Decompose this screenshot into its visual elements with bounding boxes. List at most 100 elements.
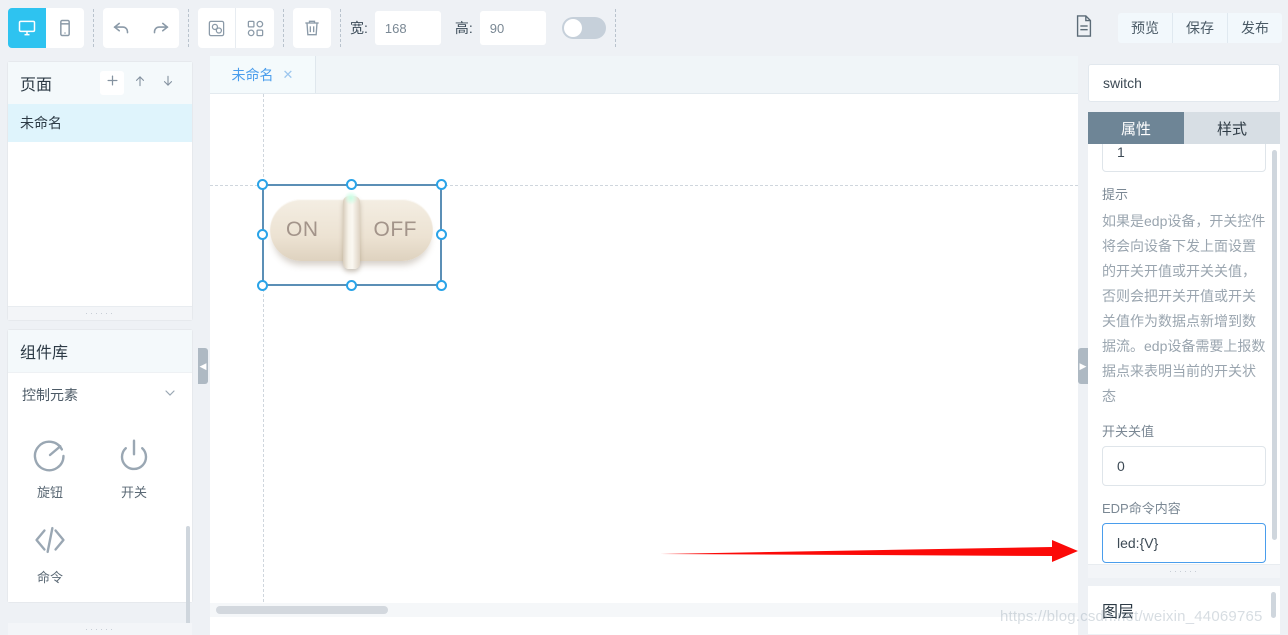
device-toggle-group — [8, 8, 84, 48]
pages-title: 页面 — [20, 77, 53, 94]
undo-button[interactable] — [103, 8, 141, 48]
layers-panel: 图层 — [1088, 586, 1280, 634]
action-button-group: 预览 保存 发布 — [1118, 13, 1282, 43]
document-button[interactable] — [1064, 8, 1104, 48]
move-page-up-button[interactable] — [128, 71, 152, 95]
resize-handle-middle-right[interactable] — [436, 229, 447, 240]
tab-properties[interactable]: 属性 — [1088, 112, 1184, 144]
history-group — [103, 8, 179, 48]
layers-scrollbar[interactable] — [1271, 592, 1276, 618]
library-scrollbar[interactable] — [186, 526, 190, 635]
power-icon — [116, 434, 152, 476]
app-root: 宽: 高: 预览 保存 发布 — [0, 0, 1288, 635]
height-input[interactable] — [479, 11, 546, 45]
toolbar-divider — [188, 9, 189, 47]
document-icon — [1073, 14, 1095, 43]
component-knob-label: 旋钮 — [36, 485, 63, 500]
selection-box — [257, 179, 447, 291]
library-panel-header: 组件库 — [8, 330, 192, 372]
scrollbar-thumb[interactable] — [216, 606, 388, 614]
hint-label: 提示 — [1102, 187, 1129, 202]
property-panel-body: 提示 如果是edp设备，开关控件将会向设备下发上面设置的开关开值或开关关值，否则… — [1088, 144, 1280, 564]
grip-dots: ······ — [85, 623, 115, 634]
edp-command-input[interactable] — [1102, 523, 1266, 563]
desktop-view-button[interactable] — [8, 8, 46, 48]
preview-button[interactable]: 预览 — [1118, 13, 1173, 43]
library-panel-resize-grip[interactable]: ······ — [8, 623, 192, 635]
redo-button[interactable] — [141, 8, 179, 48]
pages-list: 未命名 — [8, 104, 192, 306]
add-page-button[interactable] — [100, 71, 124, 95]
canvas-horizontal-scrollbar[interactable] — [210, 603, 1078, 617]
height-label: 高: — [454, 20, 473, 36]
switch-off-value-input[interactable] — [1102, 446, 1266, 486]
property-panel-scrollbar[interactable] — [1272, 150, 1277, 540]
library-body: 控制元素 旋钮 开关 命令 — [8, 372, 192, 602]
arrow-up-icon — [133, 73, 147, 94]
library-group-label: 控制元素 — [22, 386, 78, 403]
switch-off-value-label: 开关关值 — [1102, 424, 1155, 439]
collapse-right-icon: ▶ — [1079, 360, 1087, 371]
tab-styles[interactable]: 样式 — [1184, 112, 1280, 144]
resize-handle-top-left[interactable] — [257, 179, 268, 190]
collapse-right-panel-button[interactable]: ▶ — [1078, 348, 1088, 384]
top-numeric-field[interactable] — [1102, 144, 1266, 172]
resize-handle-top-center[interactable] — [346, 179, 357, 190]
component-switch-label: 开关 — [120, 485, 147, 500]
page-list-item[interactable]: 未命名 — [8, 104, 192, 142]
edp-command-label: EDP命令内容 — [1102, 501, 1181, 516]
toolbar-divider — [340, 9, 341, 47]
resize-handle-bottom-left[interactable] — [257, 280, 268, 291]
redo-arrow-icon — [149, 17, 171, 39]
group-icon — [207, 19, 226, 38]
plus-icon — [105, 73, 120, 93]
collapse-left-icon: ◀ — [199, 360, 207, 371]
close-icon[interactable]: ✕ — [283, 67, 294, 83]
code-icon — [31, 519, 69, 561]
canvas-area: 未命名 ✕ ON OFF — [210, 56, 1078, 635]
grip-dots: ······ — [85, 308, 115, 318]
resize-handle-top-right[interactable] — [436, 179, 447, 190]
pages-panel-header: 页面 — [8, 62, 192, 104]
pages-panel-resize-grip[interactable]: ······ — [8, 306, 192, 320]
group-button[interactable] — [198, 8, 236, 48]
delete-button[interactable] — [293, 8, 331, 48]
move-page-down-button[interactable] — [156, 71, 180, 95]
resize-handle-bottom-center[interactable] — [346, 280, 357, 291]
size-controls: 宽: 高: — [350, 8, 606, 48]
resize-handle-middle-left[interactable] — [257, 229, 268, 240]
component-switch[interactable]: 开关 — [92, 426, 176, 511]
right-sidebar: 属性 样式 提示 如果是edp设备，开关控件将会向设备下发上面设置的开关开值或开… — [1080, 56, 1288, 635]
width-input[interactable] — [374, 11, 441, 45]
publish-button[interactable]: 发布 — [1228, 13, 1282, 43]
search-input[interactable] — [1088, 64, 1280, 102]
library-group-control-elements[interactable]: 控制元素 — [8, 372, 192, 416]
canvas-tabbar: 未命名 ✕ — [210, 56, 1078, 94]
component-command[interactable]: 命令 — [8, 511, 92, 596]
page-item-label: 未命名 — [20, 115, 62, 131]
lock-ratio-toggle[interactable] — [561, 17, 606, 39]
layers-title: 图层 — [1102, 604, 1135, 621]
toolbar-right-group: 预览 保存 发布 — [1064, 8, 1288, 48]
canvas-tab[interactable]: 未命名 ✕ — [210, 56, 316, 93]
ungroup-button[interactable] — [236, 8, 274, 48]
toolbar-divider — [93, 9, 94, 47]
hint-text: 如果是edp设备，开关控件将会向设备下发上面设置的开关开值或开关关值，否则会把开… — [1102, 213, 1266, 404]
group-tools — [198, 8, 274, 48]
save-button[interactable]: 保存 — [1173, 13, 1228, 43]
collapse-left-panel-button[interactable]: ◀ — [198, 348, 208, 384]
phone-icon — [55, 18, 75, 38]
component-library-panel: 组件库 控制元素 旋钮 开关 命令 — [8, 330, 192, 635]
design-canvas[interactable]: ON OFF — [210, 94, 1078, 617]
component-knob[interactable]: 旋钮 — [8, 426, 92, 511]
property-tabs: 属性 样式 — [1088, 112, 1280, 144]
component-grid: 旋钮 开关 命令 — [8, 416, 192, 602]
guide-line-vertical — [263, 94, 264, 617]
resize-handle-bottom-right[interactable] — [436, 280, 447, 291]
mobile-view-button[interactable] — [46, 8, 84, 48]
pages-panel: 页面 未命名 ······ — [8, 62, 192, 320]
toolbar-divider — [283, 9, 284, 47]
delete-group — [293, 8, 331, 48]
property-panel-resize-grip[interactable]: ······ — [1088, 564, 1280, 578]
grip-dots: ······ — [1169, 566, 1199, 576]
